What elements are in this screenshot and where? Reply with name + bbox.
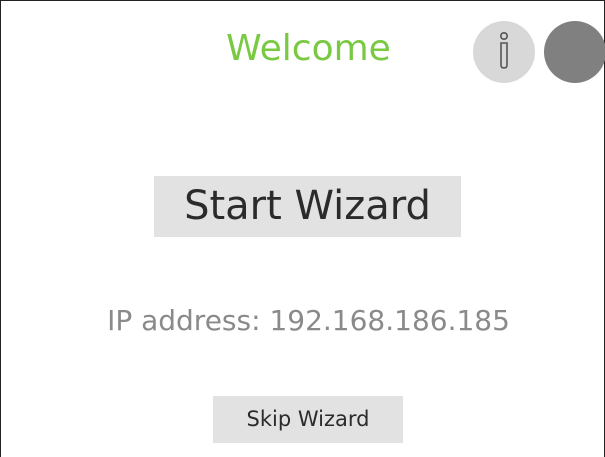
welcome-screen: Welcome Start Wizard IP address: 192.168… (0, 0, 605, 457)
ip-address-value: 192.168.186.185 (269, 304, 510, 337)
ip-address-label: IP address: (107, 304, 261, 337)
start-wizard-button[interactable]: Start Wizard (154, 176, 461, 237)
skip-wizard-button[interactable]: Skip Wizard (213, 396, 403, 443)
ip-address-line: IP address: 192.168.186.185 (1, 301, 605, 341)
info-icon (499, 32, 508, 69)
status-indicator (544, 21, 605, 83)
info-button[interactable] (473, 21, 535, 83)
